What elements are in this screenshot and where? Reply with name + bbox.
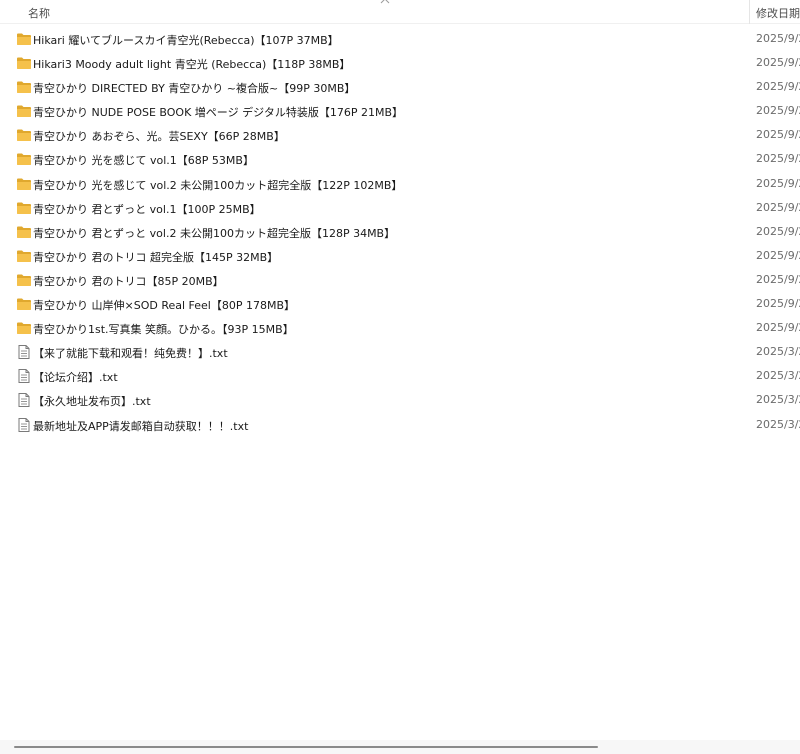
folder-row[interactable]: 青空ひかり 君のトリコ【85P 20MB】 2025/9/2: [0, 269, 800, 293]
column-header-bar: 名称 修改日期: [0, 0, 800, 24]
sort-ascending-icon: [380, 0, 390, 4]
item-name: 青空ひかり 光を感じて vol.2 未公開100カット超完全版【122P 102…: [33, 178, 403, 192]
item-name: 青空ひかり 山岸伸×SOD Real Feel【80P 178MB】: [33, 299, 296, 313]
folder-icon: [16, 32, 32, 46]
item-date-modified: 2025/9/2: [756, 152, 800, 166]
item-date-modified: 2025/3/2: [756, 369, 800, 383]
item-date-modified: 2025/9/2: [756, 56, 800, 70]
item-name: 【来了就能下载和观看！纯免费！】.txt: [33, 347, 228, 361]
item-name: 青空ひかり あおぞら、光。芸SEXY【66P 28MB】: [33, 130, 285, 144]
horizontal-scrollbar-thumb[interactable]: [14, 746, 598, 748]
folder-row[interactable]: Hikari 耀いてブルースカイ青空光(Rebecca)【107P 37MB】 2…: [0, 28, 800, 52]
file-row[interactable]: 【来了就能下载和观看！纯免费！】.txt 2025/3/2: [0, 341, 800, 365]
item-date-modified: 2025/9/2: [756, 80, 800, 94]
folder-row[interactable]: Hikari3 Moody adult light 青空光 (Rebecca)【…: [0, 52, 800, 76]
folder-icon: [16, 273, 32, 287]
folder-row[interactable]: 青空ひかり 君とずっと vol.2 未公開100カット超完全版【128P 34M…: [0, 221, 800, 245]
item-name: 青空ひかり1st.写真集 笑顔。ひかる。【93P 15MB】: [33, 323, 294, 337]
date-modified-column-header[interactable]: 修改日期: [756, 5, 800, 21]
item-date-modified: 2025/3/2: [756, 345, 800, 359]
folder-row[interactable]: 青空ひかり 光を感じて vol.2 未公開100カット超完全版【122P 102…: [0, 173, 800, 197]
folder-icon: [16, 80, 32, 94]
folder-row[interactable]: 青空ひかり あおぞら、光。芸SEXY【66P 28MB】 2025/9/2: [0, 124, 800, 148]
folder-icon: [16, 104, 32, 118]
text-file-icon: [16, 345, 32, 360]
folder-icon: [16, 128, 32, 142]
folder-icon: [16, 225, 32, 239]
folder-row[interactable]: 青空ひかり1st.写真集 笑顔。ひかる。【93P 15MB】 2025/9/2: [0, 317, 800, 341]
file-row[interactable]: 【论坛介绍】.txt 2025/3/2: [0, 365, 800, 389]
text-file-icon: [16, 417, 32, 432]
item-name: 青空ひかり 君のトリコ 超完全版【145P 32MB】: [33, 250, 279, 264]
item-date-modified: 2025/3/2: [756, 393, 800, 407]
item-date-modified: 2025/9/2: [756, 200, 800, 214]
folder-icon: [16, 321, 32, 335]
folder-icon: [16, 249, 32, 263]
folder-icon: [16, 177, 32, 191]
item-name: 青空ひかり 光を感じて vol.1【68P 53MB】: [33, 154, 254, 168]
folder-row[interactable]: 青空ひかり 君のトリコ 超完全版【145P 32MB】 2025/9/2: [0, 245, 800, 269]
item-date-modified: 2025/9/2: [756, 32, 800, 45]
item-date-modified: 2025/9/2: [756, 248, 800, 262]
text-file-icon: [16, 393, 32, 408]
file-list: Hikari 耀いてブルースカイ青空光(Rebecca)【107P 37MB】 2…: [0, 28, 800, 438]
folder-row[interactable]: 青空ひかり NUDE POSE BOOK 増ページ デジタル特装版【176P 2…: [0, 100, 800, 124]
folder-row[interactable]: 青空ひかり 山岸伸×SOD Real Feel【80P 178MB】 2025/9…: [0, 293, 800, 317]
item-name: 青空ひかり 君のトリコ【85P 20MB】: [33, 274, 224, 288]
item-date-modified: 2025/9/2: [756, 128, 800, 142]
item-date-modified: 2025/9/2: [756, 224, 800, 238]
item-name: 【永久地址发布页】.txt: [33, 395, 151, 409]
folder-icon: [16, 297, 32, 311]
text-file-icon: [16, 369, 32, 384]
item-name: Hikari 耀いてブルースカイ青空光(Rebecca)【107P 37MB】: [33, 34, 339, 47]
item-date-modified: 2025/9/2: [756, 297, 800, 311]
item-name: 最新地址及APP请发邮箱自动获取！！！.txt: [33, 419, 249, 433]
folder-row[interactable]: 青空ひかり 君とずっと vol.1【100P 25MB】 2025/9/2: [0, 197, 800, 221]
horizontal-scrollbar[interactable]: [0, 740, 800, 754]
folder-icon: [16, 201, 32, 215]
item-date-modified: 2025/9/2: [756, 321, 800, 335]
folder-icon: [16, 152, 32, 166]
item-name: 青空ひかり NUDE POSE BOOK 増ページ デジタル特装版【176P 2…: [33, 106, 404, 120]
file-row[interactable]: 【永久地址发布页】.txt 2025/3/2: [0, 389, 800, 413]
name-column-header[interactable]: 名称: [28, 5, 50, 21]
item-date-modified: 2025/9/2: [756, 104, 800, 118]
folder-row[interactable]: 青空ひかり 光を感じて vol.1【68P 53MB】 2025/9/2: [0, 148, 800, 172]
folder-row[interactable]: 青空ひかり DIRECTED BY 青空ひかり ~複合版~【99P 30MB】 2…: [0, 76, 800, 100]
item-name: 青空ひかり DIRECTED BY 青空ひかり ~複合版~【99P 30MB】: [33, 82, 356, 96]
item-name: Hikari3 Moody adult light 青空光 (Rebecca)【…: [33, 58, 351, 72]
folder-icon: [16, 56, 32, 70]
file-row[interactable]: 最新地址及APP请发邮箱自动获取！！！.txt 2025/3/2: [0, 414, 800, 438]
item-name: 青空ひかり 君とずっと vol.2 未公開100カット超完全版【128P 34M…: [33, 226, 396, 240]
column-divider[interactable]: [749, 0, 750, 24]
item-date-modified: 2025/3/2: [756, 417, 800, 431]
item-name: 青空ひかり 君とずっと vol.1【100P 25MB】: [33, 202, 261, 216]
item-date-modified: 2025/9/2: [756, 176, 800, 190]
item-name: 【论坛介绍】.txt: [33, 371, 118, 385]
file-explorer-window: 名称 修改日期 Hikari 耀いてブルースカイ青空光(Rebecca)【107…: [0, 0, 800, 754]
item-date-modified: 2025/9/2: [756, 272, 800, 286]
